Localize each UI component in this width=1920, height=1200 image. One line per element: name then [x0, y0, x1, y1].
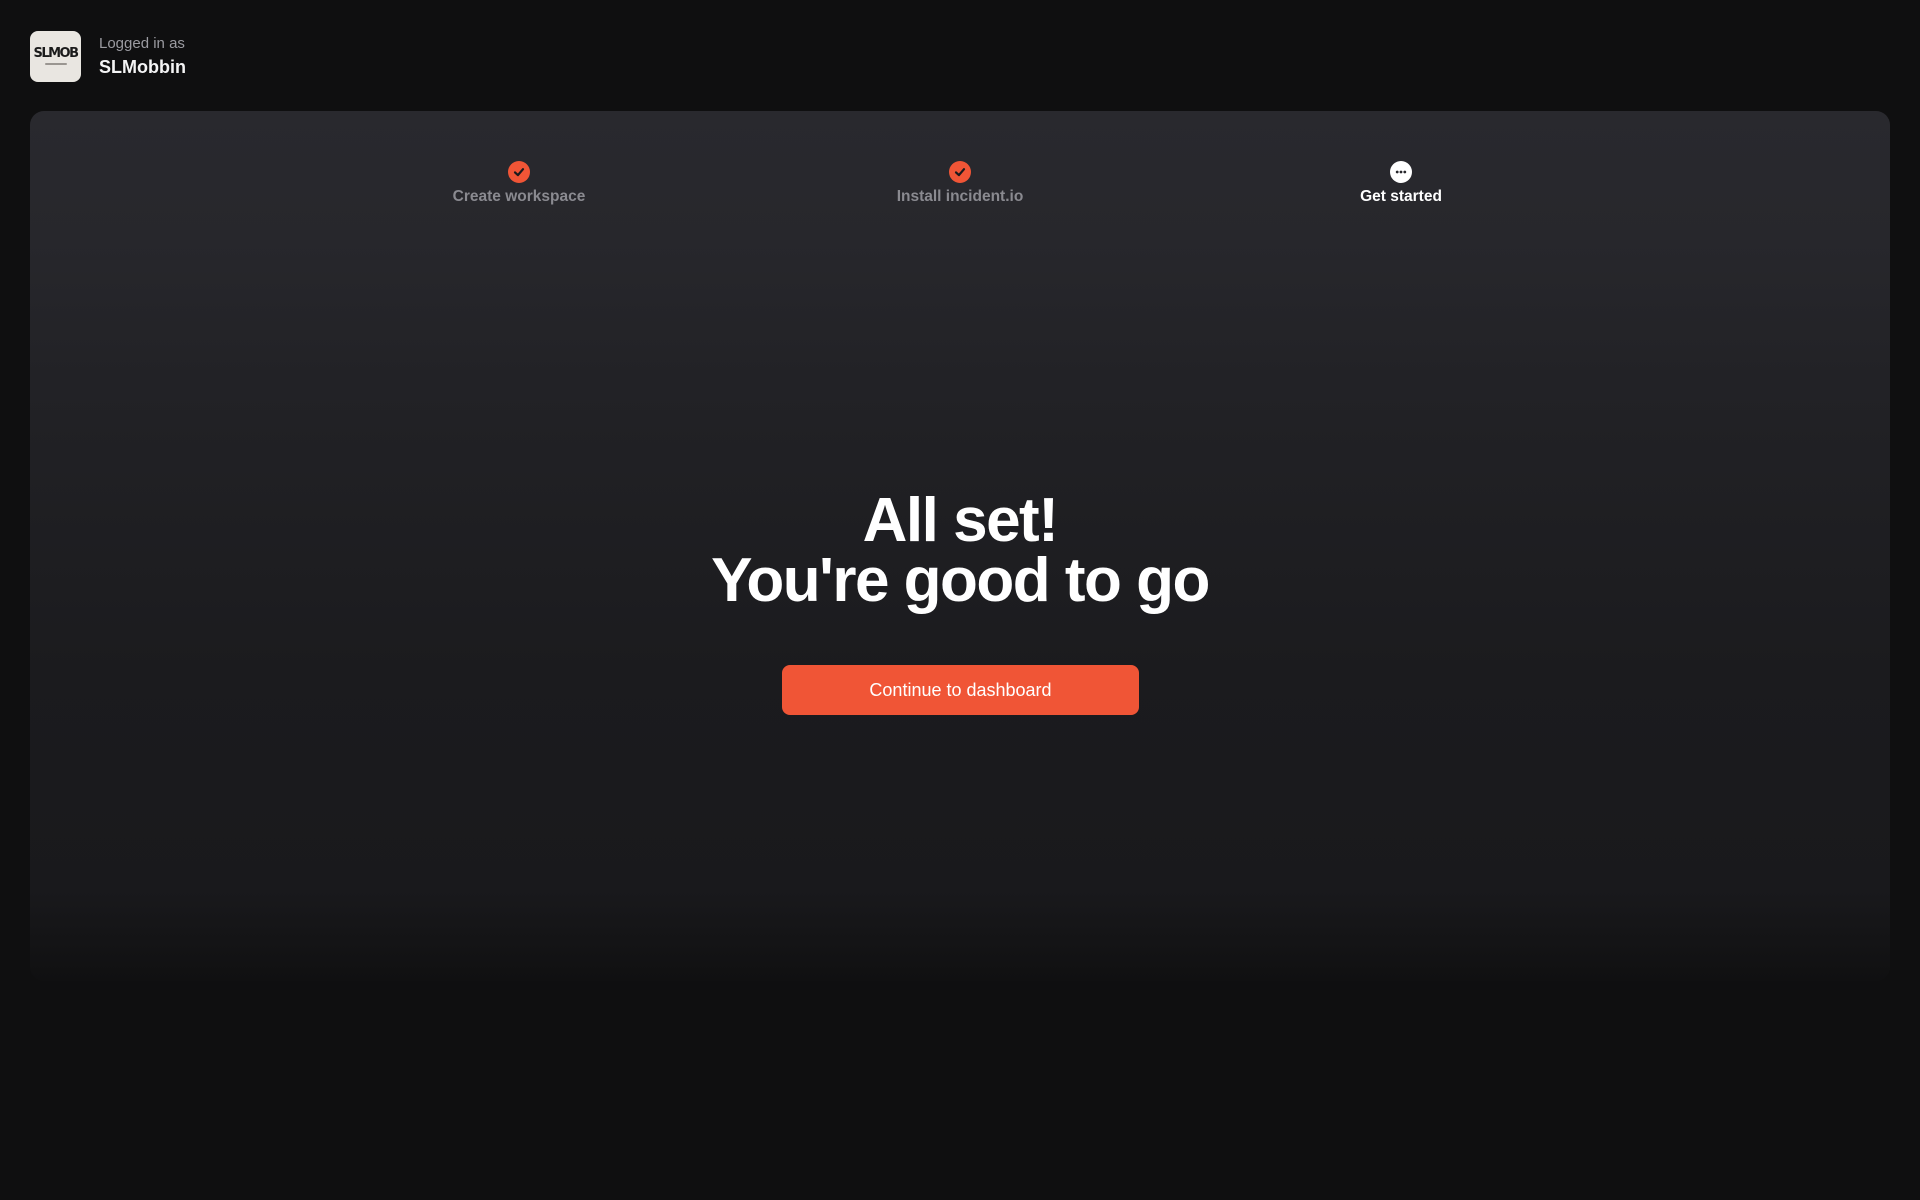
step-install-incident: Install incident.io	[830, 161, 1090, 207]
step-label: Install incident.io	[896, 188, 1024, 205]
workspace-avatar[interactable]: SLMOB	[30, 30, 81, 82]
more-dots-icon	[1390, 161, 1412, 183]
logged-in-caption: Logged in as	[99, 34, 185, 52]
success-heading: All set! You're good to go	[30, 486, 1890, 615]
check-icon	[508, 161, 530, 183]
heading-line-2: You're good to go	[711, 546, 1210, 615]
step-create-workspace: Create workspace	[389, 161, 649, 207]
account-header: SLMOB Logged in as SLMobbin	[30, 30, 186, 82]
continue-to-dashboard-button[interactable]: Continue to dashboard	[782, 665, 1139, 715]
user-info: Logged in as SLMobbin	[99, 34, 186, 79]
onboarding-card: Create workspace Install incident.io Get…	[30, 111, 1890, 981]
step-label: Get started	[1360, 188, 1442, 205]
avatar-logo-underline	[44, 63, 67, 65]
check-icon	[949, 161, 971, 183]
heading-line-1: All set!	[862, 486, 1059, 555]
avatar-logo-text: SLMOB	[33, 46, 79, 61]
onboarding-stepper: Create workspace Install incident.io Get…	[30, 161, 1890, 211]
step-label: Create workspace	[452, 188, 586, 205]
step-get-started: Get started	[1271, 161, 1531, 207]
user-name: SLMobbin	[99, 56, 186, 77]
